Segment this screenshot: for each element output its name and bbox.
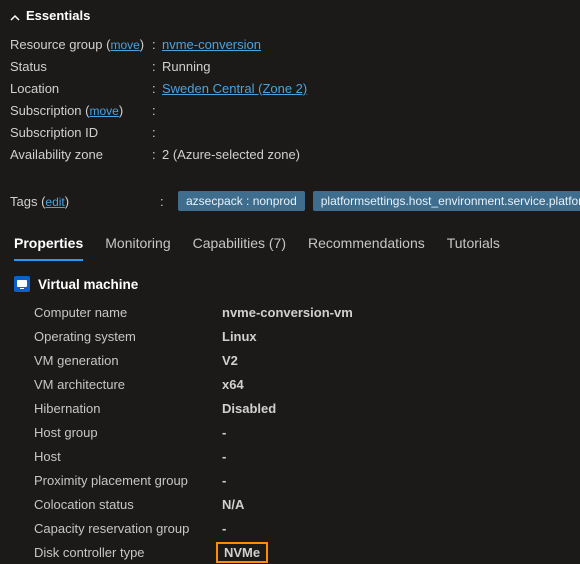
essentials-title: Essentials bbox=[26, 8, 90, 23]
vm-properties: Computer namenvme-conversion-vm Operatin… bbox=[0, 300, 580, 564]
vm-architecture-value: x64 bbox=[222, 377, 244, 392]
availability-zone-value: 2 (Azure-selected zone) bbox=[162, 147, 300, 162]
tag-azsecpack[interactable]: azsecpack : nonprod bbox=[178, 191, 305, 211]
location-value[interactable]: Sweden Central (Zone 2) bbox=[162, 81, 307, 96]
disk-controller-type-label: Disk controller type bbox=[34, 545, 222, 560]
os-value: Linux bbox=[222, 329, 257, 344]
resource-group-move-link[interactable]: move bbox=[110, 38, 139, 52]
subscription-move-link[interactable]: move bbox=[90, 104, 119, 118]
availability-zone-label: Availability zone bbox=[10, 147, 152, 162]
status-label: Status bbox=[10, 59, 152, 74]
computer-name-label: Computer name bbox=[34, 305, 222, 320]
capacity-reservation-group-value: - bbox=[222, 521, 226, 536]
status-value: Running bbox=[162, 59, 210, 74]
host-group-label: Host group bbox=[34, 425, 222, 440]
virtual-machine-icon bbox=[14, 276, 30, 292]
tag-platformsettings[interactable]: platformsettings.host_environment.servic… bbox=[313, 191, 580, 211]
host-group-value: - bbox=[222, 425, 226, 440]
tab-tutorials[interactable]: Tutorials bbox=[447, 235, 500, 261]
subscription-label: Subscription (move) bbox=[10, 103, 152, 118]
vm-generation-value: V2 bbox=[222, 353, 238, 368]
hibernation-label: Hibernation bbox=[34, 401, 222, 416]
proximity-placement-group-label: Proximity placement group bbox=[34, 473, 222, 488]
resource-group-value[interactable]: nvme-conversion bbox=[162, 37, 261, 52]
colocation-status-label: Colocation status bbox=[34, 497, 222, 512]
colocation-status-value: N/A bbox=[222, 497, 244, 512]
tags-edit-link[interactable]: edit bbox=[45, 195, 64, 209]
resource-group-label: Resource group (move) bbox=[10, 37, 152, 52]
disk-controller-type-value: NVMe bbox=[216, 542, 268, 563]
essentials-header[interactable]: Essentials bbox=[0, 0, 580, 33]
vm-generation-label: VM generation bbox=[34, 353, 222, 368]
tab-recommendations[interactable]: Recommendations bbox=[308, 235, 425, 261]
host-value: - bbox=[222, 449, 226, 464]
vm-section-header: Virtual machine bbox=[0, 262, 580, 300]
vm-section-title: Virtual machine bbox=[38, 277, 138, 292]
detail-tabs: Properties Monitoring Capabilities (7) R… bbox=[0, 217, 580, 262]
hibernation-value: Disabled bbox=[222, 401, 276, 416]
proximity-placement-group-value: - bbox=[222, 473, 226, 488]
tags-label: Tags (edit) bbox=[10, 194, 152, 209]
essentials-block: Resource group (move) : nvme-conversion … bbox=[0, 33, 580, 217]
tab-properties[interactable]: Properties bbox=[14, 235, 83, 261]
computer-name-value: nvme-conversion-vm bbox=[222, 305, 353, 320]
host-label: Host bbox=[34, 449, 222, 464]
tab-capabilities[interactable]: Capabilities (7) bbox=[193, 235, 286, 261]
vm-architecture-label: VM architecture bbox=[34, 377, 222, 392]
tab-monitoring[interactable]: Monitoring bbox=[105, 235, 170, 261]
os-label: Operating system bbox=[34, 329, 222, 344]
capacity-reservation-group-label: Capacity reservation group bbox=[34, 521, 222, 536]
subscription-id-label: Subscription ID bbox=[10, 125, 152, 140]
chevron-up-icon bbox=[10, 11, 20, 21]
location-label: Location bbox=[10, 81, 152, 96]
